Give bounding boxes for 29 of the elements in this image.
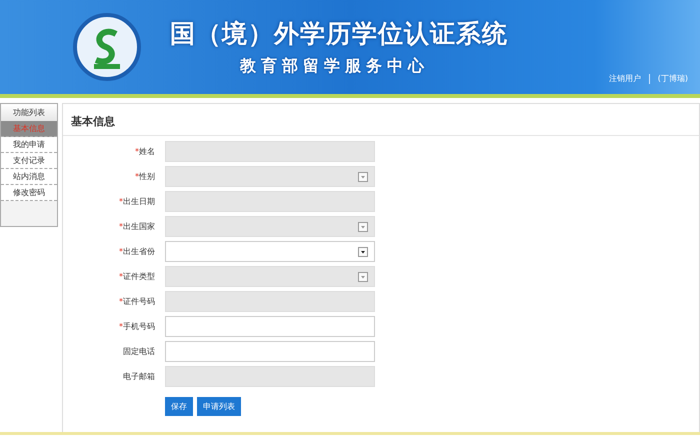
field-label: 固定电话	[122, 346, 155, 357]
field-label: *姓名	[134, 146, 155, 157]
sidebar-heading: 功能列表	[1, 104, 57, 121]
logo-icon	[72, 12, 142, 82]
dropdown-caret-icon	[358, 272, 368, 282]
form-button[interactable]: 保存	[165, 397, 193, 416]
input-field[interactable]	[165, 316, 375, 337]
field-label: 电子邮箱	[122, 371, 155, 382]
field-label: *出生国家	[118, 221, 155, 232]
dropdown-caret-icon	[358, 222, 368, 232]
sidebar-item[interactable]: 修改密码	[1, 185, 57, 201]
field-label: *手机号码	[118, 321, 155, 332]
sidebar-item[interactable]: 支付记录	[1, 153, 57, 169]
sidebar-item[interactable]: 站内消息	[1, 169, 57, 185]
select-field[interactable]	[165, 241, 375, 262]
form-title: 基本信息	[63, 104, 699, 136]
sidebar-item[interactable]: 我的申请	[1, 137, 57, 153]
input-field[interactable]	[165, 341, 375, 362]
field-label: *证件类型	[118, 271, 155, 282]
dropdown-caret-icon	[358, 172, 368, 182]
system-title: 国（境）外学历学位认证系统	[170, 18, 508, 50]
field-label: *证件号码	[118, 296, 155, 307]
form-button[interactable]: 申请列表	[197, 397, 241, 416]
field-label: *出生日期	[118, 196, 155, 207]
field-label: *出生省份	[118, 246, 155, 257]
organization-subtitle: 教育部留学服务中心	[240, 56, 429, 77]
dropdown-caret-icon	[358, 246, 368, 256]
field-label: *性别	[134, 171, 155, 182]
user-name: (丁博瑞)	[658, 73, 688, 84]
